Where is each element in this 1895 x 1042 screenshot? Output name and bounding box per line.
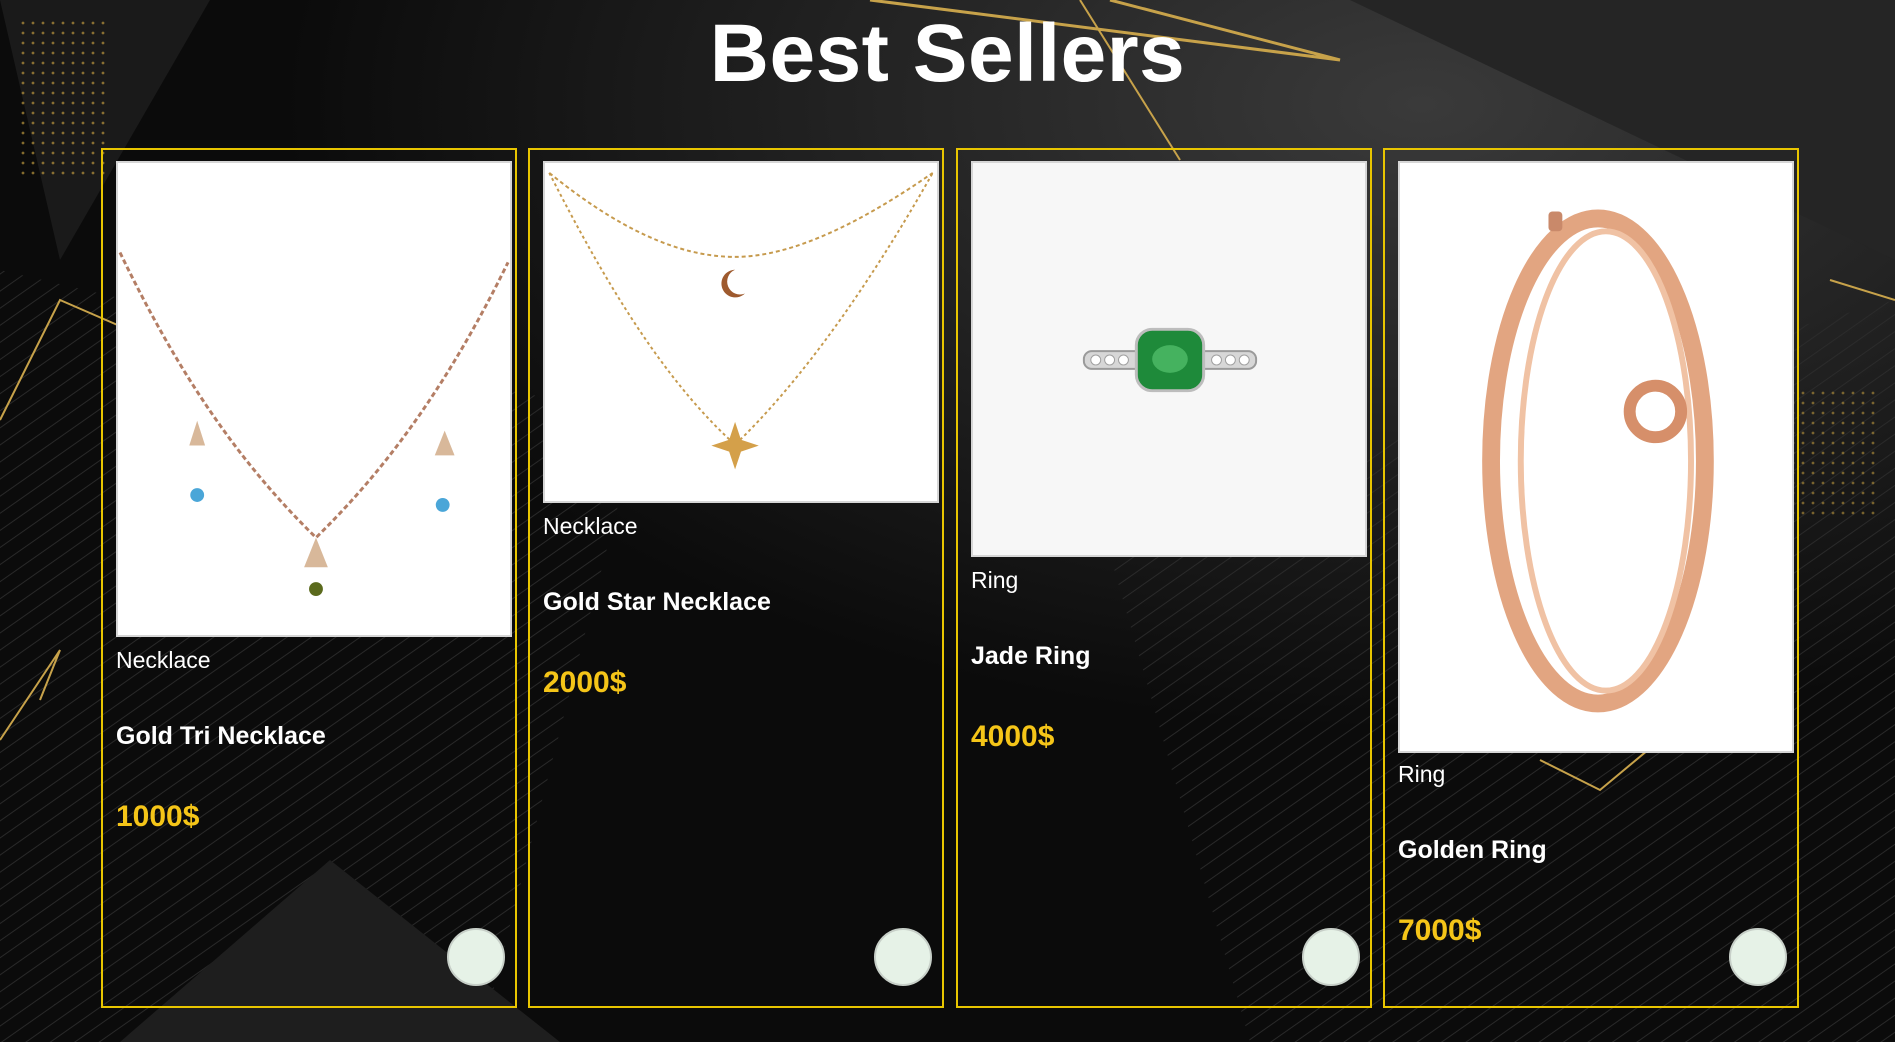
knot-bangle-icon (1482, 209, 1714, 713)
product-image[interactable] (1398, 161, 1794, 753)
product-price: 7000$ (1398, 914, 1482, 947)
product-card[interactable]: Necklace Gold Tri Necklace 1000$ (101, 148, 517, 1008)
add-to-cart-button[interactable] (874, 928, 932, 986)
product-name[interactable]: Gold Star Necklace (543, 588, 771, 616)
product-image[interactable] (543, 161, 939, 503)
product-image[interactable] (971, 161, 1367, 557)
add-to-cart-button[interactable] (1302, 928, 1360, 986)
product-name[interactable]: Gold Tri Necklace (116, 722, 326, 750)
product-price: 1000$ (116, 800, 200, 833)
add-to-cart-button[interactable] (447, 928, 505, 986)
product-name[interactable]: Jade Ring (971, 642, 1090, 670)
product-card[interactable]: Ring Jade Ring 4000$ (956, 148, 1372, 1008)
page-title: Best Sellers (709, 8, 1186, 99)
product-category: Necklace (543, 513, 638, 539)
product-name[interactable]: Golden Ring (1398, 836, 1547, 864)
product-category: Necklace (116, 647, 211, 673)
add-to-cart-button[interactable] (1729, 928, 1787, 986)
product-card[interactable]: Necklace Gold Star Necklace 2000$ (528, 148, 944, 1008)
jade-ring-icon (1082, 327, 1258, 393)
product-card[interactable]: Ring Golden Ring 7000$ (1383, 148, 1799, 1008)
product-price: 2000$ (543, 666, 627, 699)
product-category: Ring (1398, 761, 1446, 787)
product-category: Ring (971, 567, 1019, 593)
moon-star-necklace-icon (548, 172, 934, 470)
product-price: 4000$ (971, 720, 1055, 753)
tri-pendant-necklace-icon (118, 251, 510, 596)
product-image[interactable] (116, 161, 512, 637)
